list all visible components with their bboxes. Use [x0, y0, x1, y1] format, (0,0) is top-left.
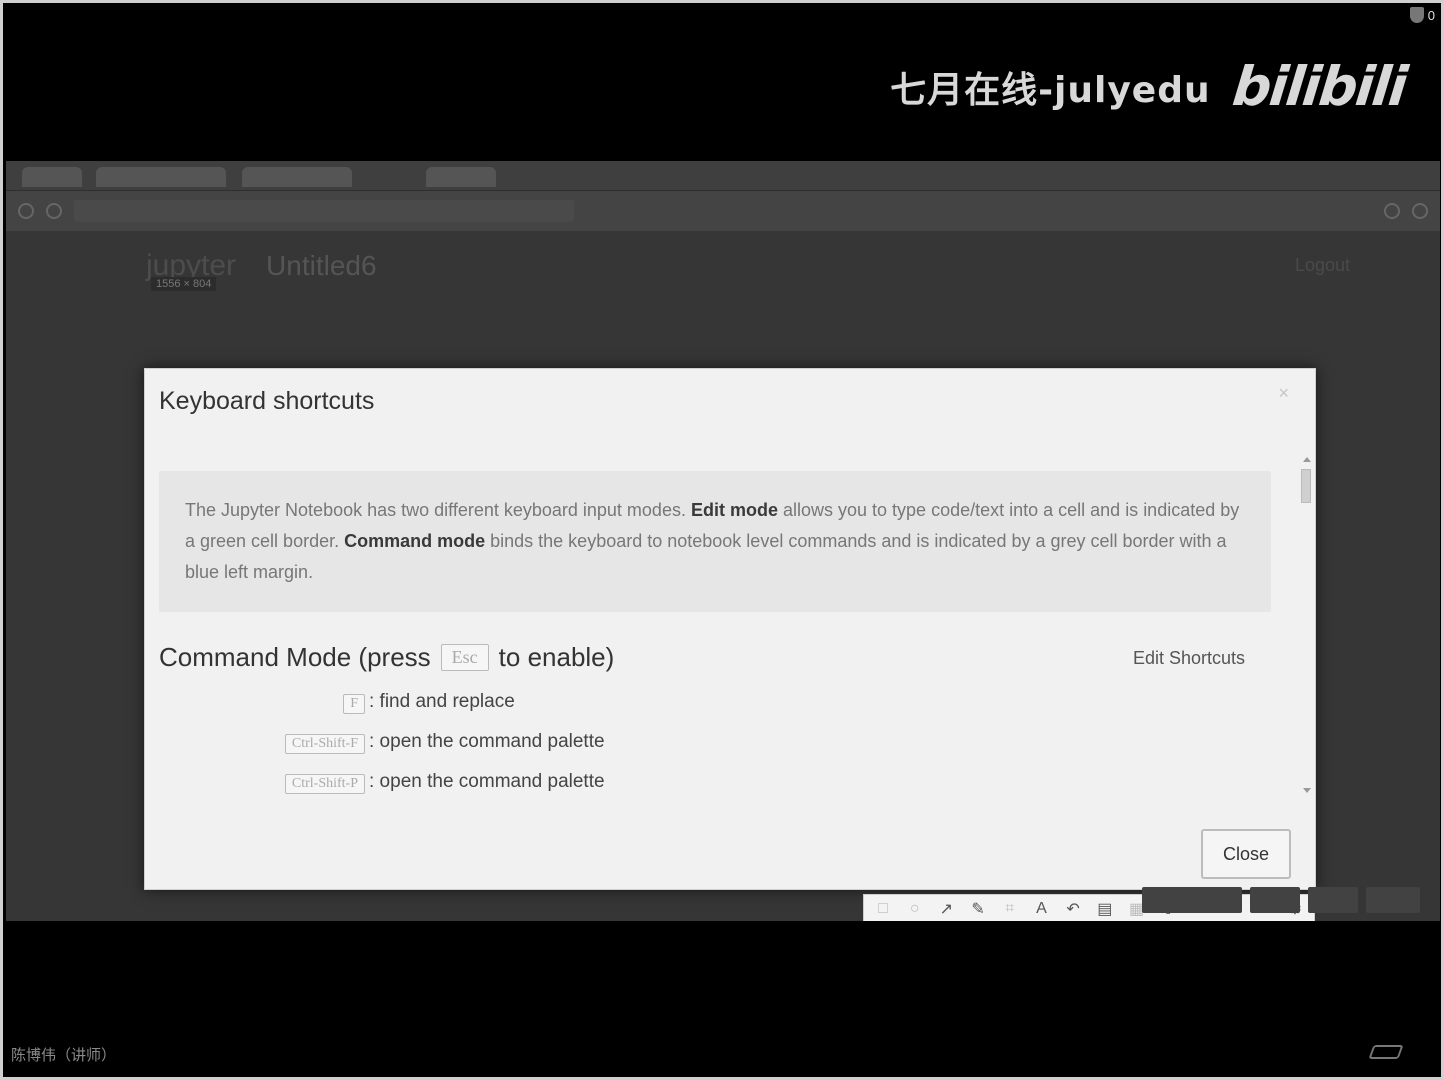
- shortcut-desc: : find and replace: [369, 691, 515, 712]
- notebook-page: jupyter Untitled6 Logout 1556 × 804 Keyb…: [6, 231, 1440, 921]
- section-prefix: Command Mode (press: [159, 642, 431, 672]
- browser-tab[interactable]: [96, 167, 226, 187]
- modal-body: The Jupyter Notebook has two different k…: [159, 471, 1301, 801]
- shortcut-desc: : open the command palette: [369, 771, 605, 792]
- lecturer-caption: 陈博伟（讲师）: [11, 1046, 117, 1064]
- shield-icon: [1409, 7, 1424, 23]
- watermark: 七月在线-julyedu bilibili: [890, 55, 1409, 118]
- screen-capture: jupyter Untitled6 Logout 1556 × 804 Keyb…: [6, 161, 1440, 921]
- close-button[interactable]: Close: [1201, 829, 1291, 879]
- undo-icon[interactable]: ↶: [1062, 898, 1084, 920]
- section-suffix: to enable): [498, 642, 615, 672]
- edit-mode-label: Edit mode: [690, 500, 778, 520]
- shortcut-row: Ctrl-Shift-F : open the command palette: [159, 722, 1301, 762]
- command-mode-section: Command Mode (press Esc to enable) Edit …: [159, 642, 1301, 682]
- highlighter-icon[interactable]: ⌗: [999, 898, 1021, 920]
- scroll-up-icon[interactable]: [1303, 457, 1311, 462]
- arrow-icon[interactable]: ↗: [935, 898, 957, 920]
- modal-title: Keyboard shortcuts: [159, 387, 375, 415]
- modal-scrollbar[interactable]: [1301, 457, 1311, 793]
- browser-tab[interactable]: [242, 167, 352, 187]
- control-button[interactable]: [1142, 887, 1242, 913]
- esc-key: Esc: [440, 644, 489, 671]
- save-icon[interactable]: ▤: [1094, 898, 1116, 920]
- video-frame: 0 七月在线-julyedu bilibili jupyter Untitled…: [0, 0, 1444, 1080]
- section-title: Command Mode (press Esc to enable): [159, 642, 614, 673]
- browser-tab-strip: [6, 161, 1440, 191]
- bottom-controls: [1142, 887, 1420, 913]
- danmaku-icon[interactable]: [1368, 1045, 1404, 1059]
- pen-icon[interactable]: ✎: [967, 898, 989, 920]
- browser-tab[interactable]: [22, 167, 82, 187]
- circle-icon[interactable]: ○: [904, 898, 926, 920]
- text-icon[interactable]: A: [1030, 898, 1052, 920]
- shortcut-key: Ctrl-Shift-F: [284, 733, 365, 754]
- url-field[interactable]: [74, 200, 574, 222]
- address-bar: [6, 191, 1440, 231]
- dimension-badge: 1556 × 804: [151, 277, 217, 291]
- command-mode-label: Command mode: [344, 531, 486, 551]
- corner-badge: 0: [1409, 7, 1435, 23]
- edit-shortcuts-link[interactable]: Edit Shortcuts: [1133, 648, 1245, 669]
- info-text: The Jupyter Notebook has two different k…: [185, 500, 691, 520]
- scroll-down-icon[interactable]: [1303, 788, 1311, 793]
- mode-info-box: The Jupyter Notebook has two different k…: [159, 471, 1271, 612]
- control-button[interactable]: [1308, 887, 1358, 913]
- control-button[interactable]: [1366, 887, 1420, 913]
- control-button[interactable]: [1250, 887, 1300, 913]
- channel-watermark: 七月在线-julyedu: [890, 69, 1211, 111]
- shortcut-row: F : find and replace: [159, 682, 1301, 722]
- close-icon[interactable]: ×: [1278, 383, 1289, 404]
- shortcut-list: F : find and replace Ctrl-Shift-F : open…: [159, 682, 1301, 801]
- corner-count: 0: [1427, 7, 1435, 23]
- browser-tab[interactable]: [426, 167, 496, 187]
- keyboard-shortcuts-modal: Keyboard shortcuts × The Jupyter Noteboo…: [144, 368, 1316, 890]
- notebook-title[interactable]: Untitled6: [266, 250, 377, 282]
- bilibili-logo: bilibili: [1229, 55, 1409, 118]
- shortcut-desc: : open the command palette: [369, 731, 605, 752]
- logout-button[interactable]: Logout: [1295, 255, 1350, 276]
- search-icon[interactable]: [1384, 203, 1400, 219]
- rectangle-icon[interactable]: □: [872, 898, 894, 920]
- shortcut-key: F: [343, 693, 365, 714]
- star-icon[interactable]: [1412, 203, 1428, 219]
- scroll-thumb[interactable]: [1301, 469, 1311, 503]
- shortcut-key: Ctrl-Shift-P: [284, 773, 365, 794]
- shortcut-row: Ctrl-Shift-P : open the command palette: [159, 762, 1301, 801]
- info-icon[interactable]: [46, 203, 62, 219]
- reload-icon[interactable]: [18, 203, 34, 219]
